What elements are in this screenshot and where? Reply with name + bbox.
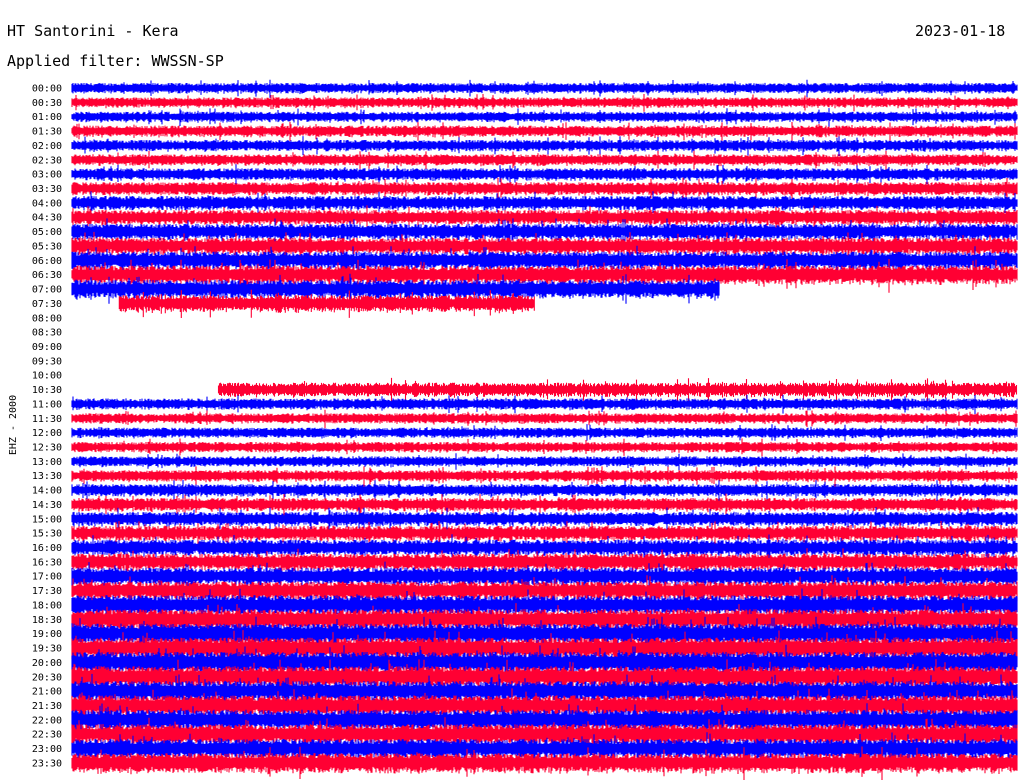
time-tick-1830: 18:30 — [32, 615, 62, 626]
time-tick-1230: 12:30 — [32, 443, 62, 454]
time-tick-2100: 21:00 — [32, 687, 62, 698]
time-tick-0630: 06:30 — [32, 270, 62, 281]
time-tick-0130: 01:30 — [32, 127, 62, 138]
time-tick-0100: 01:00 — [32, 112, 62, 123]
time-tick-0730: 07:30 — [32, 299, 62, 310]
time-tick-1300: 13:00 — [32, 457, 62, 468]
time-tick-0830: 08:30 — [32, 328, 62, 339]
trace-group — [71, 79, 1018, 780]
time-tick-0230: 02:30 — [32, 155, 62, 166]
time-tick-1630: 16:30 — [32, 557, 62, 568]
trace-0000 — [71, 79, 1018, 98]
time-tick-1530: 15:30 — [32, 529, 62, 540]
time-tick-0200: 02:00 — [32, 141, 62, 152]
time-tick-1430: 14:30 — [32, 500, 62, 511]
time-tick-2230: 22:30 — [32, 730, 62, 741]
time-tick-0300: 03:00 — [32, 170, 62, 181]
time-tick-1330: 13:30 — [32, 471, 62, 482]
time-tick-2130: 21:30 — [32, 701, 62, 712]
time-tick-1600: 16:00 — [32, 543, 62, 554]
time-tick-1730: 17:30 — [32, 586, 62, 597]
time-tick-2200: 22:00 — [32, 715, 62, 726]
time-tick-0500: 05:00 — [32, 227, 62, 238]
helicorder-plot: 00:00 00:30 01:00 01:30 02:00 02:30 03:00 03:30… — [8, 79, 1018, 780]
time-tick-1400: 14:00 — [32, 486, 62, 497]
trace-0330 — [71, 177, 1018, 200]
trace-0200 — [71, 136, 1018, 156]
time-tick-0430: 04:30 — [32, 213, 62, 224]
time-tick-1700: 17:00 — [32, 572, 62, 583]
time-tick-0900: 09:00 — [32, 342, 62, 353]
channel-label: EHZ - 2000 — [8, 395, 19, 455]
time-tick-1930: 19:30 — [32, 644, 62, 655]
time-tick-0700: 07:00 — [32, 285, 62, 296]
time-tick-1030: 10:30 — [32, 385, 62, 396]
time-tick-1130: 11:30 — [32, 414, 62, 425]
time-tick-1200: 12:00 — [32, 428, 62, 439]
time-tick-0600: 06:00 — [32, 256, 62, 267]
trace-1200 — [71, 424, 1018, 441]
trace-0030 — [71, 94, 1018, 112]
time-tick-0330: 03:30 — [32, 184, 62, 195]
time-tick-labels: 00:00 00:30 01:00 01:30 02:00 02:30 03:00 03:30… — [32, 84, 62, 770]
time-tick-1100: 11:00 — [32, 399, 62, 410]
trace-1130 — [71, 409, 1018, 429]
trace-0230 — [71, 150, 1018, 170]
trace-1300 — [71, 453, 1018, 471]
time-tick-2000: 20:00 — [32, 658, 62, 669]
time-tick-1900: 19:00 — [32, 629, 62, 640]
time-tick-2300: 23:00 — [32, 744, 62, 755]
time-tick-0400: 04:00 — [32, 198, 62, 209]
time-tick-1500: 15:00 — [32, 514, 62, 525]
time-tick-0000: 00:00 — [32, 84, 62, 95]
helicorder-page: HT Santorini - Kera 2023-01-18 Applied f… — [0, 0, 1024, 780]
time-tick-2330: 23:30 — [32, 758, 62, 769]
trace-1230 — [71, 438, 1018, 457]
time-tick-0030: 00:30 — [32, 98, 62, 109]
time-tick-1000: 10:00 — [32, 371, 62, 382]
trace-0100 — [71, 108, 1018, 127]
time-tick-0930: 09:30 — [32, 356, 62, 367]
time-tick-0800: 08:00 — [32, 313, 62, 324]
trace-1100 — [71, 394, 1018, 414]
time-tick-0530: 05:30 — [32, 241, 62, 252]
time-tick-1800: 18:00 — [32, 600, 62, 611]
time-tick-2030: 20:30 — [32, 672, 62, 683]
trace-0130 — [71, 121, 1018, 141]
trace-1330 — [71, 466, 1018, 487]
